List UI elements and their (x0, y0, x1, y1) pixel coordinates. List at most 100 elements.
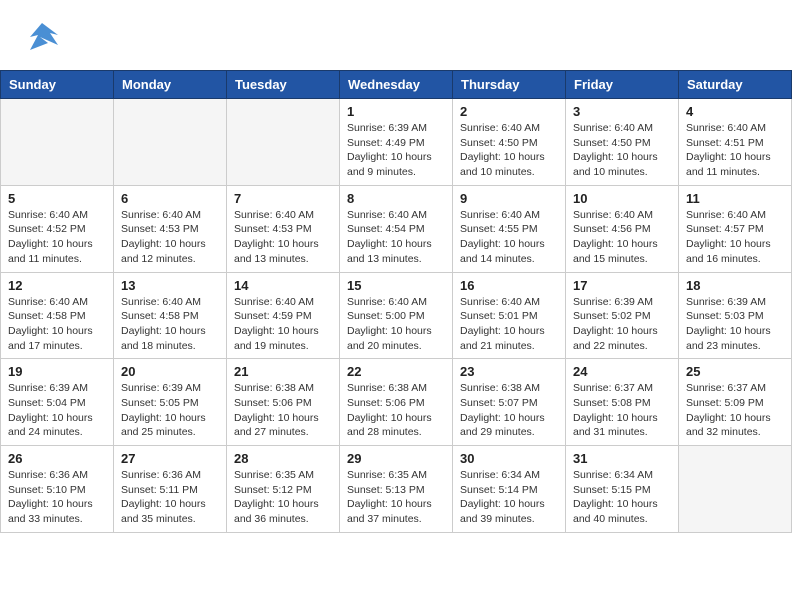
calendar-cell: 16 Sunrise: 6:40 AMSunset: 5:01 PMDayligh… (453, 272, 566, 359)
day-number: 16 (460, 278, 558, 293)
calendar-cell: 31 Sunrise: 6:34 AMSunset: 5:15 PMDayligh… (566, 446, 679, 533)
day-info: Sunrise: 6:40 AMSunset: 5:01 PMDaylight:… (460, 295, 558, 354)
logo (20, 15, 70, 60)
day-info: Sunrise: 6:40 AMSunset: 4:58 PMDaylight:… (8, 295, 106, 354)
calendar-cell: 7 Sunrise: 6:40 AMSunset: 4:53 PMDaylight… (227, 185, 340, 272)
day-info: Sunrise: 6:37 AMSunset: 5:08 PMDaylight:… (573, 381, 671, 440)
day-info: Sunrise: 6:39 AMSunset: 5:04 PMDaylight:… (8, 381, 106, 440)
day-info: Sunrise: 6:40 AMSunset: 4:50 PMDaylight:… (460, 121, 558, 180)
calendar-cell: 19 Sunrise: 6:39 AMSunset: 5:04 PMDayligh… (1, 359, 114, 446)
calendar-header-row: SundayMondayTuesdayWednesdayThursdayFrid… (1, 71, 792, 99)
calendar-cell: 23 Sunrise: 6:38 AMSunset: 5:07 PMDayligh… (453, 359, 566, 446)
day-number: 26 (8, 451, 106, 466)
day-number: 21 (234, 364, 332, 379)
calendar-cell: 21 Sunrise: 6:38 AMSunset: 5:06 PMDayligh… (227, 359, 340, 446)
day-info: Sunrise: 6:36 AMSunset: 5:11 PMDaylight:… (121, 468, 219, 527)
day-info: Sunrise: 6:36 AMSunset: 5:10 PMDaylight:… (8, 468, 106, 527)
day-info: Sunrise: 6:37 AMSunset: 5:09 PMDaylight:… (686, 381, 784, 440)
day-info: Sunrise: 6:38 AMSunset: 5:06 PMDaylight:… (347, 381, 445, 440)
day-number: 24 (573, 364, 671, 379)
day-number: 17 (573, 278, 671, 293)
calendar-week-row: 26 Sunrise: 6:36 AMSunset: 5:10 PMDayligh… (1, 446, 792, 533)
day-info: Sunrise: 6:40 AMSunset: 4:55 PMDaylight:… (460, 208, 558, 267)
day-info: Sunrise: 6:40 AMSunset: 4:50 PMDaylight:… (573, 121, 671, 180)
day-info: Sunrise: 6:40 AMSunset: 4:58 PMDaylight:… (121, 295, 219, 354)
calendar-cell: 25Sunrise: 6:37 AMSunset: 5:09 PMDayligh… (679, 359, 792, 446)
day-number: 23 (460, 364, 558, 379)
calendar-week-row: 5Sunrise: 6:40 AMSunset: 4:52 PMDaylight… (1, 185, 792, 272)
calendar-cell (114, 99, 227, 186)
calendar-cell: 5Sunrise: 6:40 AMSunset: 4:52 PMDaylight… (1, 185, 114, 272)
day-number: 13 (121, 278, 219, 293)
calendar-cell: 15 Sunrise: 6:40 AMSunset: 5:00 PMDayligh… (340, 272, 453, 359)
day-number: 10 (573, 191, 671, 206)
calendar-cell: 17Sunrise: 6:39 AMSunset: 5:02 PMDayligh… (566, 272, 679, 359)
calendar-cell: 4 Sunrise: 6:40 AMSunset: 4:51 PMDaylight… (679, 99, 792, 186)
calendar-day-header: Wednesday (340, 71, 453, 99)
day-info: Sunrise: 6:38 AMSunset: 5:07 PMDaylight:… (460, 381, 558, 440)
day-info: Sunrise: 6:40 AMSunset: 4:51 PMDaylight:… (686, 121, 784, 180)
calendar-day-header: Friday (566, 71, 679, 99)
day-number: 14 (234, 278, 332, 293)
calendar-cell: 27 Sunrise: 6:36 AMSunset: 5:11 PMDayligh… (114, 446, 227, 533)
day-number: 22 (347, 364, 445, 379)
calendar-cell: 1 Sunrise: 6:39 AMSunset: 4:49 PMDaylight… (340, 99, 453, 186)
calendar-cell: 29 Sunrise: 6:35 AMSunset: 5:13 PMDayligh… (340, 446, 453, 533)
day-number: 3 (573, 104, 671, 119)
day-number: 7 (234, 191, 332, 206)
day-info: Sunrise: 6:40 AMSunset: 4:54 PMDaylight:… (347, 208, 445, 267)
day-info: Sunrise: 6:40 AMSunset: 4:56 PMDaylight:… (573, 208, 671, 267)
day-number: 28 (234, 451, 332, 466)
day-info: Sunrise: 6:38 AMSunset: 5:06 PMDaylight:… (234, 381, 332, 440)
day-number: 19 (8, 364, 106, 379)
day-number: 27 (121, 451, 219, 466)
calendar-day-header: Saturday (679, 71, 792, 99)
calendar-week-row: 12Sunrise: 6:40 AMSunset: 4:58 PMDayligh… (1, 272, 792, 359)
calendar-cell: 14 Sunrise: 6:40 AMSunset: 4:59 PMDayligh… (227, 272, 340, 359)
day-number: 4 (686, 104, 784, 119)
day-number: 30 (460, 451, 558, 466)
calendar-day-header: Monday (114, 71, 227, 99)
calendar-cell: 26 Sunrise: 6:36 AMSunset: 5:10 PMDayligh… (1, 446, 114, 533)
calendar-cell: 3 Sunrise: 6:40 AMSunset: 4:50 PMDaylight… (566, 99, 679, 186)
calendar-day-header: Thursday (453, 71, 566, 99)
day-info: Sunrise: 6:39 AMSunset: 5:05 PMDaylight:… (121, 381, 219, 440)
day-number: 18 (686, 278, 784, 293)
calendar-cell: 22 Sunrise: 6:38 AMSunset: 5:06 PMDayligh… (340, 359, 453, 446)
day-number: 1 (347, 104, 445, 119)
calendar-cell (227, 99, 340, 186)
day-number: 15 (347, 278, 445, 293)
day-info: Sunrise: 6:40 AMSunset: 4:59 PMDaylight:… (234, 295, 332, 354)
calendar-cell: 12Sunrise: 6:40 AMSunset: 4:58 PMDayligh… (1, 272, 114, 359)
day-info: Sunrise: 6:35 AMSunset: 5:12 PMDaylight:… (234, 468, 332, 527)
day-number: 2 (460, 104, 558, 119)
day-info: Sunrise: 6:40 AMSunset: 5:00 PMDaylight:… (347, 295, 445, 354)
calendar-cell: 24 Sunrise: 6:37 AMSunset: 5:08 PMDayligh… (566, 359, 679, 446)
day-number: 6 (121, 191, 219, 206)
calendar-table: SundayMondayTuesdayWednesdayThursdayFrid… (0, 70, 792, 533)
calendar-day-header: Tuesday (227, 71, 340, 99)
day-info: Sunrise: 6:40 AMSunset: 4:57 PMDaylight:… (686, 208, 784, 267)
calendar-cell: 10 Sunrise: 6:40 AMSunset: 4:56 PMDayligh… (566, 185, 679, 272)
day-number: 29 (347, 451, 445, 466)
calendar-week-row: 1 Sunrise: 6:39 AMSunset: 4:49 PMDaylight… (1, 99, 792, 186)
day-number: 8 (347, 191, 445, 206)
page-header (0, 0, 792, 70)
day-number: 20 (121, 364, 219, 379)
calendar-cell: 28 Sunrise: 6:35 AMSunset: 5:12 PMDayligh… (227, 446, 340, 533)
day-info: Sunrise: 6:40 AMSunset: 4:53 PMDaylight:… (234, 208, 332, 267)
day-info: Sunrise: 6:39 AMSunset: 4:49 PMDaylight:… (347, 121, 445, 180)
calendar-cell: 9Sunrise: 6:40 AMSunset: 4:55 PMDaylight… (453, 185, 566, 272)
day-info: Sunrise: 6:35 AMSunset: 5:13 PMDaylight:… (347, 468, 445, 527)
day-info: Sunrise: 6:40 AMSunset: 4:53 PMDaylight:… (121, 208, 219, 267)
day-info: Sunrise: 6:34 AMSunset: 5:15 PMDaylight:… (573, 468, 671, 527)
day-number: 31 (573, 451, 671, 466)
day-number: 11 (686, 191, 784, 206)
day-info: Sunrise: 6:34 AMSunset: 5:14 PMDaylight:… (460, 468, 558, 527)
calendar-day-header: Sunday (1, 71, 114, 99)
calendar-cell (1, 99, 114, 186)
calendar-cell: 2 Sunrise: 6:40 AMSunset: 4:50 PMDaylight… (453, 99, 566, 186)
calendar-cell: 30 Sunrise: 6:34 AMSunset: 5:14 PMDayligh… (453, 446, 566, 533)
calendar-cell: 20 Sunrise: 6:39 AMSunset: 5:05 PMDayligh… (114, 359, 227, 446)
calendar-cell: 13 Sunrise: 6:40 AMSunset: 4:58 PMDayligh… (114, 272, 227, 359)
